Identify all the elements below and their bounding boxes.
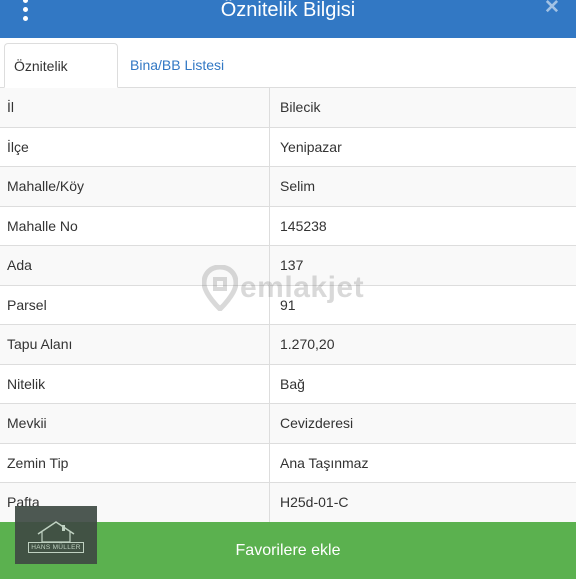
table-row: Nitelik Bağ — [0, 364, 576, 404]
row-value: H25d-01-C — [280, 494, 349, 511]
attribute-table: İl Bilecik İlçe Yenipazar Mahalle/Köy Se… — [0, 88, 576, 523]
row-key: Mahalle/Köy — [0, 167, 270, 206]
row-value: 91 — [280, 296, 296, 313]
row-value: Cevizderesi — [280, 415, 354, 432]
tab-building-list[interactable]: Bina/BB Listesi — [121, 43, 233, 88]
row-value: Ana Taşınmaz — [280, 454, 369, 471]
table-row: Parsel 91 — [0, 285, 576, 325]
house-icon — [37, 520, 75, 543]
add-to-favorites-label: Favorilere ekle — [235, 541, 341, 559]
row-value: 1.270,20 — [280, 336, 335, 353]
agent-logo-text: HANS MÜLLER — [28, 541, 84, 553]
row-key: Parsel — [0, 285, 270, 324]
row-key: Mevkii — [0, 404, 270, 443]
row-value: Selim — [280, 178, 316, 195]
header-bar: Öznitelik Bilgisi ✕ — [0, 0, 576, 38]
row-key: Mahalle No — [0, 206, 270, 245]
tab-bar: Öznitelik Bilgisi Bina/BB Listesi — [0, 38, 576, 118]
row-key: Nitelik — [0, 364, 270, 403]
row-key: Ada — [0, 246, 270, 285]
row-value: Bilecik — [280, 99, 321, 116]
row-key: İlçe — [0, 127, 270, 166]
tab-attribute-info[interactable]: Öznitelik Bilgisi — [4, 43, 118, 118]
row-value: Bağ — [280, 375, 305, 392]
row-key: Zemin Tip — [0, 443, 270, 482]
table-row: Zemin Tip Ana Taşınmaz — [0, 443, 576, 483]
row-key: İl — [0, 88, 270, 127]
row-value: 145238 — [280, 217, 327, 234]
table-row: Tapu Alanı 1.270,20 — [0, 325, 576, 365]
close-icon[interactable]: ✕ — [542, 0, 562, 20]
table-row: İl Bilecik — [0, 88, 576, 128]
page-title: Öznitelik Bilgisi — [220, 0, 356, 21]
row-value: Yenipazar — [280, 138, 342, 155]
table-row: Mevkii Cevizderesi — [0, 404, 576, 444]
agent-logo: HANS MÜLLER — [15, 506, 97, 564]
table-row: Mahalle/Köy Selim — [0, 167, 576, 207]
table-row: Ada 137 — [0, 246, 576, 286]
attribute-info-panel: Öznitelik Bilgisi ✕ Öznitelik Bilgisi Bi… — [0, 0, 576, 579]
table-row: Mahalle No 145238 — [0, 206, 576, 246]
row-key: Tapu Alanı — [0, 325, 270, 364]
table-row: İlçe Yenipazar — [0, 127, 576, 167]
row-value: 137 — [280, 257, 304, 274]
